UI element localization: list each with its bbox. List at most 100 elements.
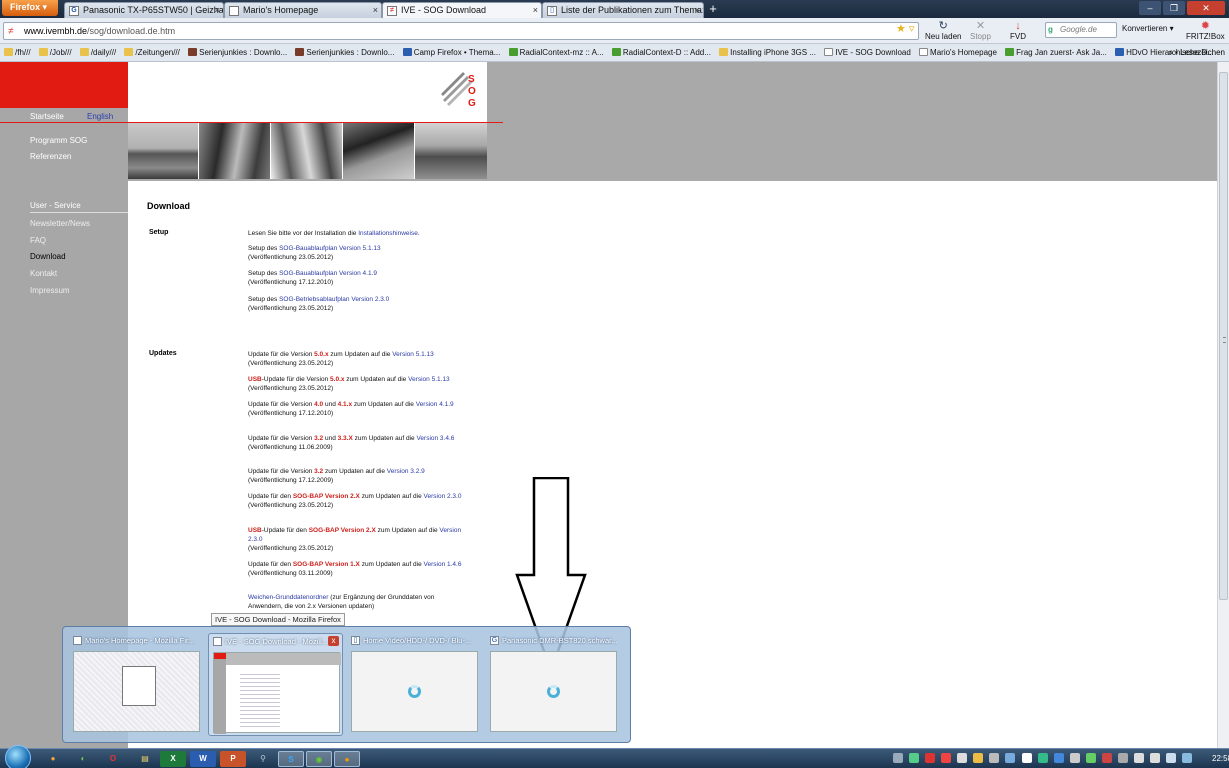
close-icon[interactable]: ×: [215, 5, 220, 15]
word-taskbar-icon[interactable]: W: [190, 751, 216, 767]
bookmark-item[interactable]: Frag Jan zuerst- Ask Ja...: [1005, 48, 1107, 57]
header-divider: [128, 179, 1217, 181]
firefox-menu-button[interactable]: Firefox ▾: [2, 0, 58, 16]
site-icon: [402, 48, 412, 56]
tray-icon[interactable]: [957, 753, 968, 764]
start-button[interactable]: [5, 745, 31, 768]
bookmark-label: Serienjunkies : Downlo...: [199, 48, 288, 57]
update-download-link[interactable]: Version 3.2.9: [387, 468, 425, 475]
installation-notes-link[interactable]: Installationshinweise: [358, 230, 418, 237]
convert-button[interactable]: Konvertieren ▾: [1122, 24, 1174, 33]
window-thumbnail[interactable]: ▯ Home Video/HDD-/ DVD-/ Blu-...: [347, 633, 482, 736]
update-download-link[interactable]: Version 5.1.13: [408, 376, 450, 383]
update-download-link[interactable]: Version 5.1.13: [392, 351, 434, 358]
close-icon[interactable]: ×: [533, 5, 538, 15]
search-taskbar-icon[interactable]: ⚲: [250, 751, 276, 767]
clock[interactable]: 22:58: [1212, 754, 1229, 763]
tab-sog-download[interactable]: ≠ IVE - SOG Download ×: [382, 2, 542, 18]
help-icon[interactable]: [1182, 753, 1193, 764]
bookmark-item[interactable]: Camp Firefox • Thema...: [402, 48, 500, 57]
update-download-link[interactable]: Version 3.4.6: [416, 435, 454, 442]
excel-taskbar-icon[interactable]: X: [160, 751, 186, 767]
bookmark-item[interactable]: Serienjunkies : Downlo...: [188, 48, 287, 57]
tray-icon[interactable]: [973, 753, 984, 764]
reload-button[interactable]: ↻ Neu laden: [925, 20, 961, 41]
bookmark-item[interactable]: RadialContext-D :: Add...: [611, 48, 711, 57]
tray-icon[interactable]: [1005, 753, 1016, 764]
tray-icon[interactable]: [893, 753, 903, 764]
nav-referenzen[interactable]: Referenzen: [30, 152, 71, 161]
explorer-taskbar-icon[interactable]: ▤: [132, 751, 158, 767]
fritzbox-button[interactable]: ✹ FRITZ!Box: [1186, 20, 1225, 41]
stop-button[interactable]: ✕ Stopp: [970, 20, 991, 41]
window-thumbnail[interactable]: G Panasonic DMR-BST820 schwar...: [486, 633, 621, 736]
close-icon[interactable]: ×: [695, 5, 700, 15]
weichen-download-link[interactable]: Weichen-Grunddatenordner: [248, 594, 328, 601]
tray-icon[interactable]: [1101, 753, 1112, 764]
vertical-scrollbar[interactable]: [1217, 62, 1229, 748]
bookmark-item[interactable]: Installing iPhone 3GS ...: [719, 48, 816, 57]
powerpoint-taskbar-icon[interactable]: P: [220, 751, 246, 767]
update-download-link[interactable]: Version 4.1.9: [416, 401, 454, 408]
bookmark-item[interactable]: Mario's Homepage: [919, 48, 997, 57]
bookmark-item[interactable]: /Zeitungen///: [124, 48, 180, 57]
maximize-button[interactable]: ❐: [1163, 1, 1185, 15]
setup-download-link[interactable]: SOG-Bauablaufplan Version 4.1.9: [279, 270, 377, 277]
nav-startseite[interactable]: Startseite: [30, 112, 64, 121]
setup-download-link[interactable]: SOG-Bauablaufplan Version 5.1.13: [279, 245, 381, 252]
tray-icon[interactable]: [1053, 753, 1064, 764]
tab-marios-homepage[interactable]: Mario's Homepage ×: [224, 2, 382, 18]
nav-newsletter[interactable]: Newsletter/News: [30, 219, 90, 228]
window-thumbnail-active[interactable]: IVE - SOG Download - Mozill... x: [208, 633, 343, 736]
tray-icon[interactable]: [1069, 753, 1080, 764]
firefox-active-taskbar-icon[interactable]: ●: [334, 751, 360, 767]
bookmark-item[interactable]: RadialContext-mz :: A...: [508, 48, 604, 57]
close-icon[interactable]: x: [328, 636, 339, 646]
tray-icon[interactable]: [989, 753, 1000, 764]
volume-icon[interactable]: [1166, 753, 1177, 764]
bookmarks-menu-label: Lesezeichen: [1180, 48, 1225, 57]
tray-icon[interactable]: [1085, 753, 1096, 764]
fvd-button[interactable]: ↓ FVD: [1010, 20, 1026, 41]
tray-icon[interactable]: [925, 753, 936, 764]
bookmark-item[interactable]: IVE - SOG Download: [824, 48, 911, 57]
nav-programm-sog[interactable]: Programm SOG: [30, 136, 87, 145]
tab-publikationen[interactable]: ▯ Liste der Publikationen zum Thema: S..…: [542, 2, 704, 18]
scrollbar-thumb[interactable]: [1219, 72, 1228, 600]
update-download-link[interactable]: Version 2.3.0: [424, 493, 462, 500]
tray-icon[interactable]: [909, 753, 920, 764]
firefox-taskbar-icon[interactable]: ●: [40, 751, 66, 767]
nav-impressum[interactable]: Impressum: [30, 286, 70, 295]
tab-geizhals[interactable]: G Panasonic TX-P65STW50 | Geizhals.at...…: [64, 2, 224, 18]
bookmarks-overflow[interactable]: » ▪ Lesezeichen: [1168, 48, 1225, 57]
nav-faq[interactable]: FAQ: [30, 236, 46, 245]
text: Update für die Version: [248, 435, 315, 442]
minimize-button[interactable]: –: [1139, 1, 1161, 15]
tray-icon[interactable]: [1021, 753, 1032, 764]
close-window-button[interactable]: ✕: [1187, 1, 1225, 15]
nav-download[interactable]: Download: [30, 252, 66, 261]
tray-icon[interactable]: [941, 753, 952, 764]
bookmark-item[interactable]: /daily///: [79, 48, 116, 57]
nav-kontakt[interactable]: Kontakt: [30, 269, 57, 278]
search-input[interactable]: g Google.de: [1045, 22, 1117, 38]
tray-icon[interactable]: [1037, 753, 1048, 764]
skype-taskbar-icon[interactable]: S: [278, 751, 304, 767]
nav-english[interactable]: English: [87, 112, 113, 121]
setup-download-link[interactable]: SOG-Betriebsablaufplan Version 2.3.0: [279, 296, 389, 303]
bookmark-star-icon[interactable]: ★ ▿: [896, 22, 914, 35]
bookmark-item[interactable]: /Job///: [38, 48, 72, 57]
bookmark-item[interactable]: /fh///: [4, 48, 31, 57]
window-thumbnail[interactable]: Mario's Homepage - Mozilla Fir...: [69, 633, 204, 736]
update-download-link[interactable]: Version 1.4.6: [424, 561, 462, 568]
app-taskbar-icon[interactable]: ◉: [306, 751, 332, 767]
tray-icon[interactable]: [1117, 753, 1128, 764]
bookmark-item[interactable]: Serienjunkies : Downlo...: [295, 48, 394, 57]
browser-taskbar-icon[interactable]: ◐: [70, 751, 96, 767]
url-bar[interactable]: ≠ www.ivembh.de/sog/download.de.htm: [3, 22, 919, 40]
network-icon[interactable]: [1133, 753, 1144, 764]
new-tab-button[interactable]: +: [706, 2, 720, 17]
flag-icon[interactable]: [1150, 753, 1160, 764]
close-icon[interactable]: ×: [373, 5, 378, 15]
opera-taskbar-icon[interactable]: O: [100, 751, 126, 767]
